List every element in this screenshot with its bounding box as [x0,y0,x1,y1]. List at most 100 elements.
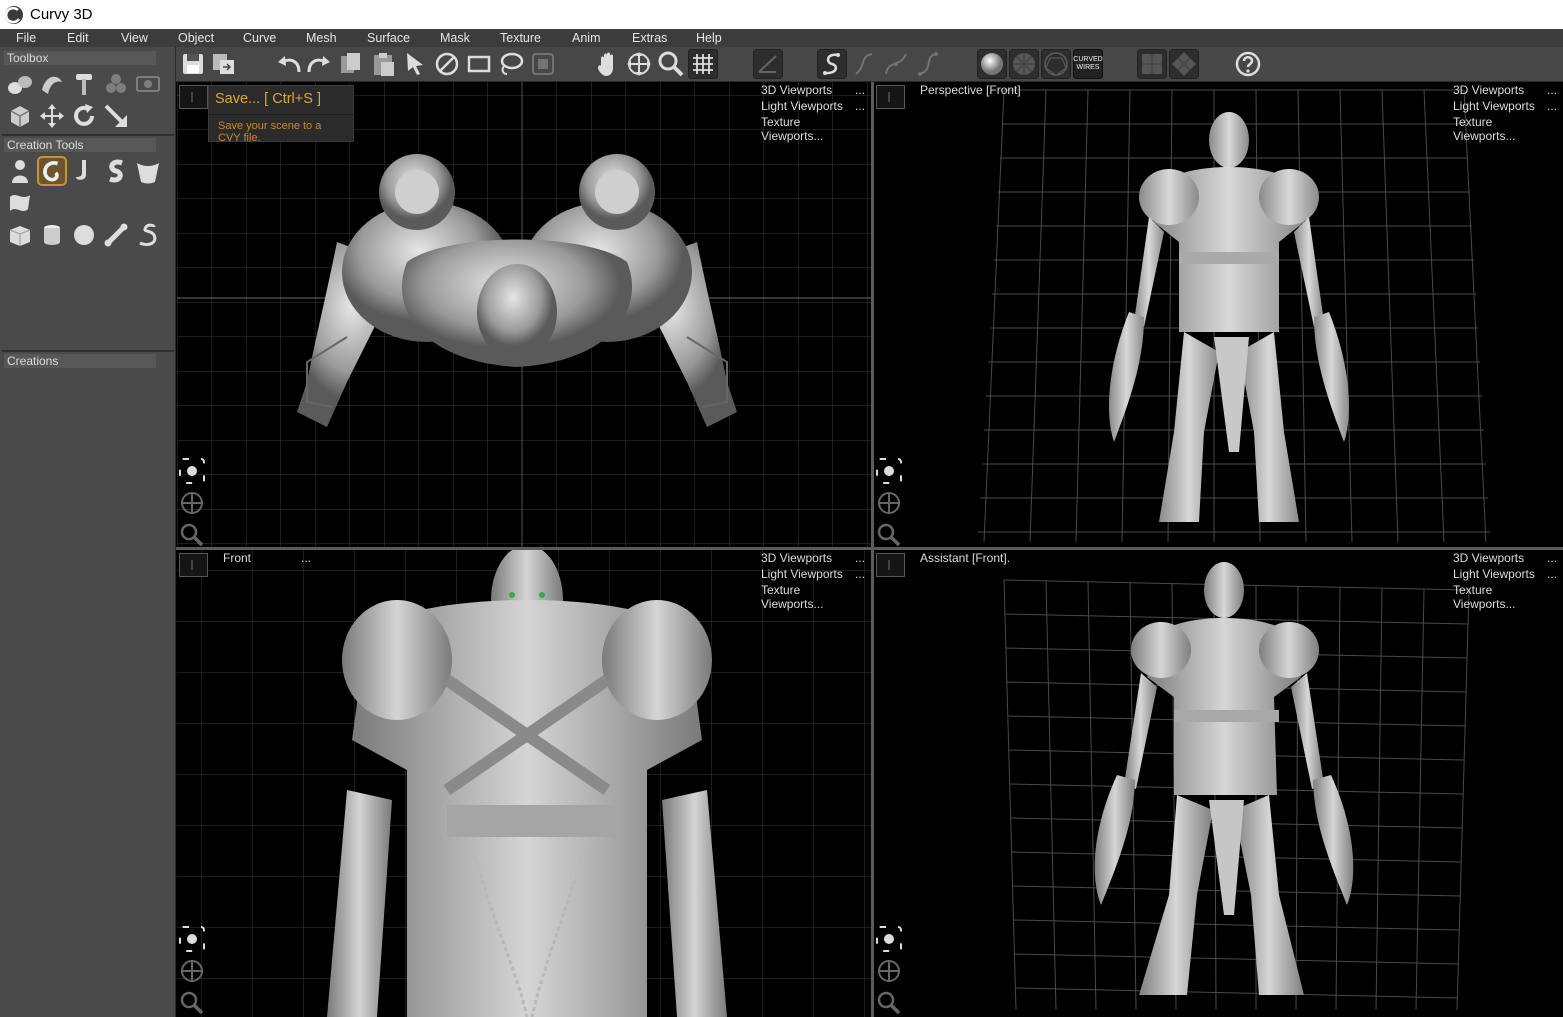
camera-zoom-icon[interactable] [177,520,207,547]
scale-tool-icon[interactable] [101,101,131,131]
shaded-view-icon[interactable] [977,49,1007,79]
viewport-light-menu[interactable]: Light Viewports... [1453,567,1557,581]
redo-icon[interactable] [304,49,334,79]
viewport-label-dots[interactable]: ... [301,551,311,565]
viewport-maximize-button[interactable] [876,553,905,577]
menu-texture-viewports[interactable]: Texture Viewports... [761,115,823,143]
menu-3d-viewports[interactable]: 3D Viewports [1453,551,1524,565]
curve-tool-icon[interactable] [37,156,67,186]
camera-orbit-icon[interactable] [177,488,207,518]
draw-curve-icon[interactable] [817,49,847,79]
camera-center-icon[interactable] [177,456,207,486]
cube-primitive-icon[interactable] [5,220,35,250]
save-as-icon[interactable] [209,49,239,79]
menu-dots[interactable]: ... [855,551,865,565]
viewport-3d-menu[interactable]: 3D Viewports... [1453,83,1557,97]
menu-texture-viewports[interactable]: Texture Viewports... [1453,583,1515,611]
viewport-3d-menu[interactable]: 3D Viewports... [1453,551,1557,565]
viewport-top[interactable]: 3D Viewports... Light Viewports... Textu… [177,82,871,547]
help-icon[interactable] [1233,49,1263,79]
wireframe-view-icon[interactable] [1041,49,1071,79]
wire-shaded-view-icon[interactable] [1009,49,1039,79]
menu-anim[interactable]: Anim [572,31,600,45]
zoom-icon[interactable] [656,49,686,79]
menu-light-viewports[interactable]: Light Viewports [761,567,843,581]
menu-texture[interactable]: Texture [500,31,541,45]
camera-zoom-icon[interactable] [874,988,904,1017]
viewport-texture-menu[interactable]: Texture Viewports... [761,115,865,143]
menu-file[interactable]: File [16,31,36,45]
save-icon[interactable] [178,49,208,79]
menu-3d-viewports[interactable]: 3D Viewports [761,551,832,565]
cylinder-primitive-icon[interactable] [37,220,67,250]
pan-hand-icon[interactable] [593,49,623,79]
bone-primitive-icon[interactable] [101,220,131,250]
menu-edit[interactable]: Edit [67,31,89,45]
viewport-front[interactable]: Front ... 3D Viewports... Light Viewport… [177,550,871,1017]
patch-tool-icon[interactable] [5,188,35,218]
hammer-tool-icon[interactable] [69,69,99,99]
viewport-texture-menu[interactable]: Texture Viewports... [761,583,865,611]
sphere-primitive-icon[interactable] [69,220,99,250]
tube-tool-icon[interactable] [69,156,99,186]
orbit-icon[interactable] [624,49,654,79]
paste-icon[interactable] [368,49,398,79]
spline-tool-icon[interactable] [101,156,131,186]
box-select-icon[interactable] [5,101,35,131]
menu-help[interactable]: Help [696,31,722,45]
lasso-select-icon[interactable] [496,49,526,79]
menu-dots[interactable]: ... [855,99,865,113]
menu-dots[interactable]: ... [1547,83,1557,97]
menu-mesh[interactable]: Mesh [306,31,337,45]
curved-wires-button[interactable]: CURVED WIRES [1073,49,1103,79]
edit-curve-icon[interactable] [849,49,879,79]
loft-tool-icon[interactable] [133,156,163,186]
rotate-tool-icon[interactable] [69,101,99,131]
rect-select-icon[interactable] [464,49,494,79]
menu-dots[interactable]: ... [1547,99,1557,113]
menu-dots[interactable]: ... [1547,567,1557,581]
viewport-maximize-button[interactable] [179,85,208,109]
deform-tool-icon[interactable] [37,69,67,99]
camera-orbit-icon[interactable] [177,956,207,986]
menu-3d-viewports[interactable]: 3D Viewports [1453,83,1524,97]
menu-texture-viewports[interactable]: Texture Viewports... [761,583,823,611]
smooth-curve-icon[interactable] [881,49,911,79]
menu-mask[interactable]: Mask [440,31,470,45]
menu-3d-viewports[interactable]: 3D Viewports [761,83,832,97]
undo-icon[interactable] [274,49,304,79]
viewport-light-menu[interactable]: Light Viewports... [1453,99,1557,113]
move-tool-icon[interactable] [37,101,67,131]
copy-icon[interactable] [336,49,366,79]
menu-dots[interactable]: ... [855,567,865,581]
menu-light-viewports[interactable]: Light Viewports [761,99,843,113]
mask-select-icon[interactable] [528,49,558,79]
group-tool-icon[interactable] [101,69,131,99]
measure-icon[interactable] [753,49,783,79]
viewport-3d-menu[interactable]: 3D Viewports... [761,83,865,97]
viewport-texture-menu[interactable]: Texture Viewports... [1453,583,1557,611]
camera-orbit-icon[interactable] [874,488,904,518]
menu-dots[interactable]: ... [855,83,865,97]
viewport-maximize-button[interactable] [876,85,905,109]
multi-viewport-icon[interactable] [1169,49,1199,79]
camera-orbit-icon[interactable] [874,956,904,986]
deselect-icon[interactable] [432,49,462,79]
bend-curve-icon[interactable] [913,49,943,79]
viewport-assistant[interactable]: Assistant [Front]. 3D Viewports... Light… [874,550,1563,1017]
menu-texture-viewports[interactable]: Texture Viewports... [1453,115,1515,143]
viewport-horizontal-splitter[interactable] [176,547,1563,550]
hook-primitive-icon[interactable] [133,220,163,250]
menu-curve[interactable]: Curve [243,31,276,45]
menu-view[interactable]: View [121,31,148,45]
camera-center-icon[interactable] [874,456,904,486]
menu-object[interactable]: Object [178,31,214,45]
viewport-light-menu[interactable]: Light Viewports... [761,567,865,581]
select-arrow-icon[interactable] [400,49,430,79]
viewport-texture-menu[interactable]: Texture Viewports... [1453,115,1557,143]
single-viewport-icon[interactable] [1137,49,1167,79]
camera-center-icon[interactable] [177,924,207,954]
camera-zoom-icon[interactable] [874,520,904,547]
render-tool-icon[interactable] [133,69,163,99]
grid-toggle-icon[interactable] [688,49,718,79]
